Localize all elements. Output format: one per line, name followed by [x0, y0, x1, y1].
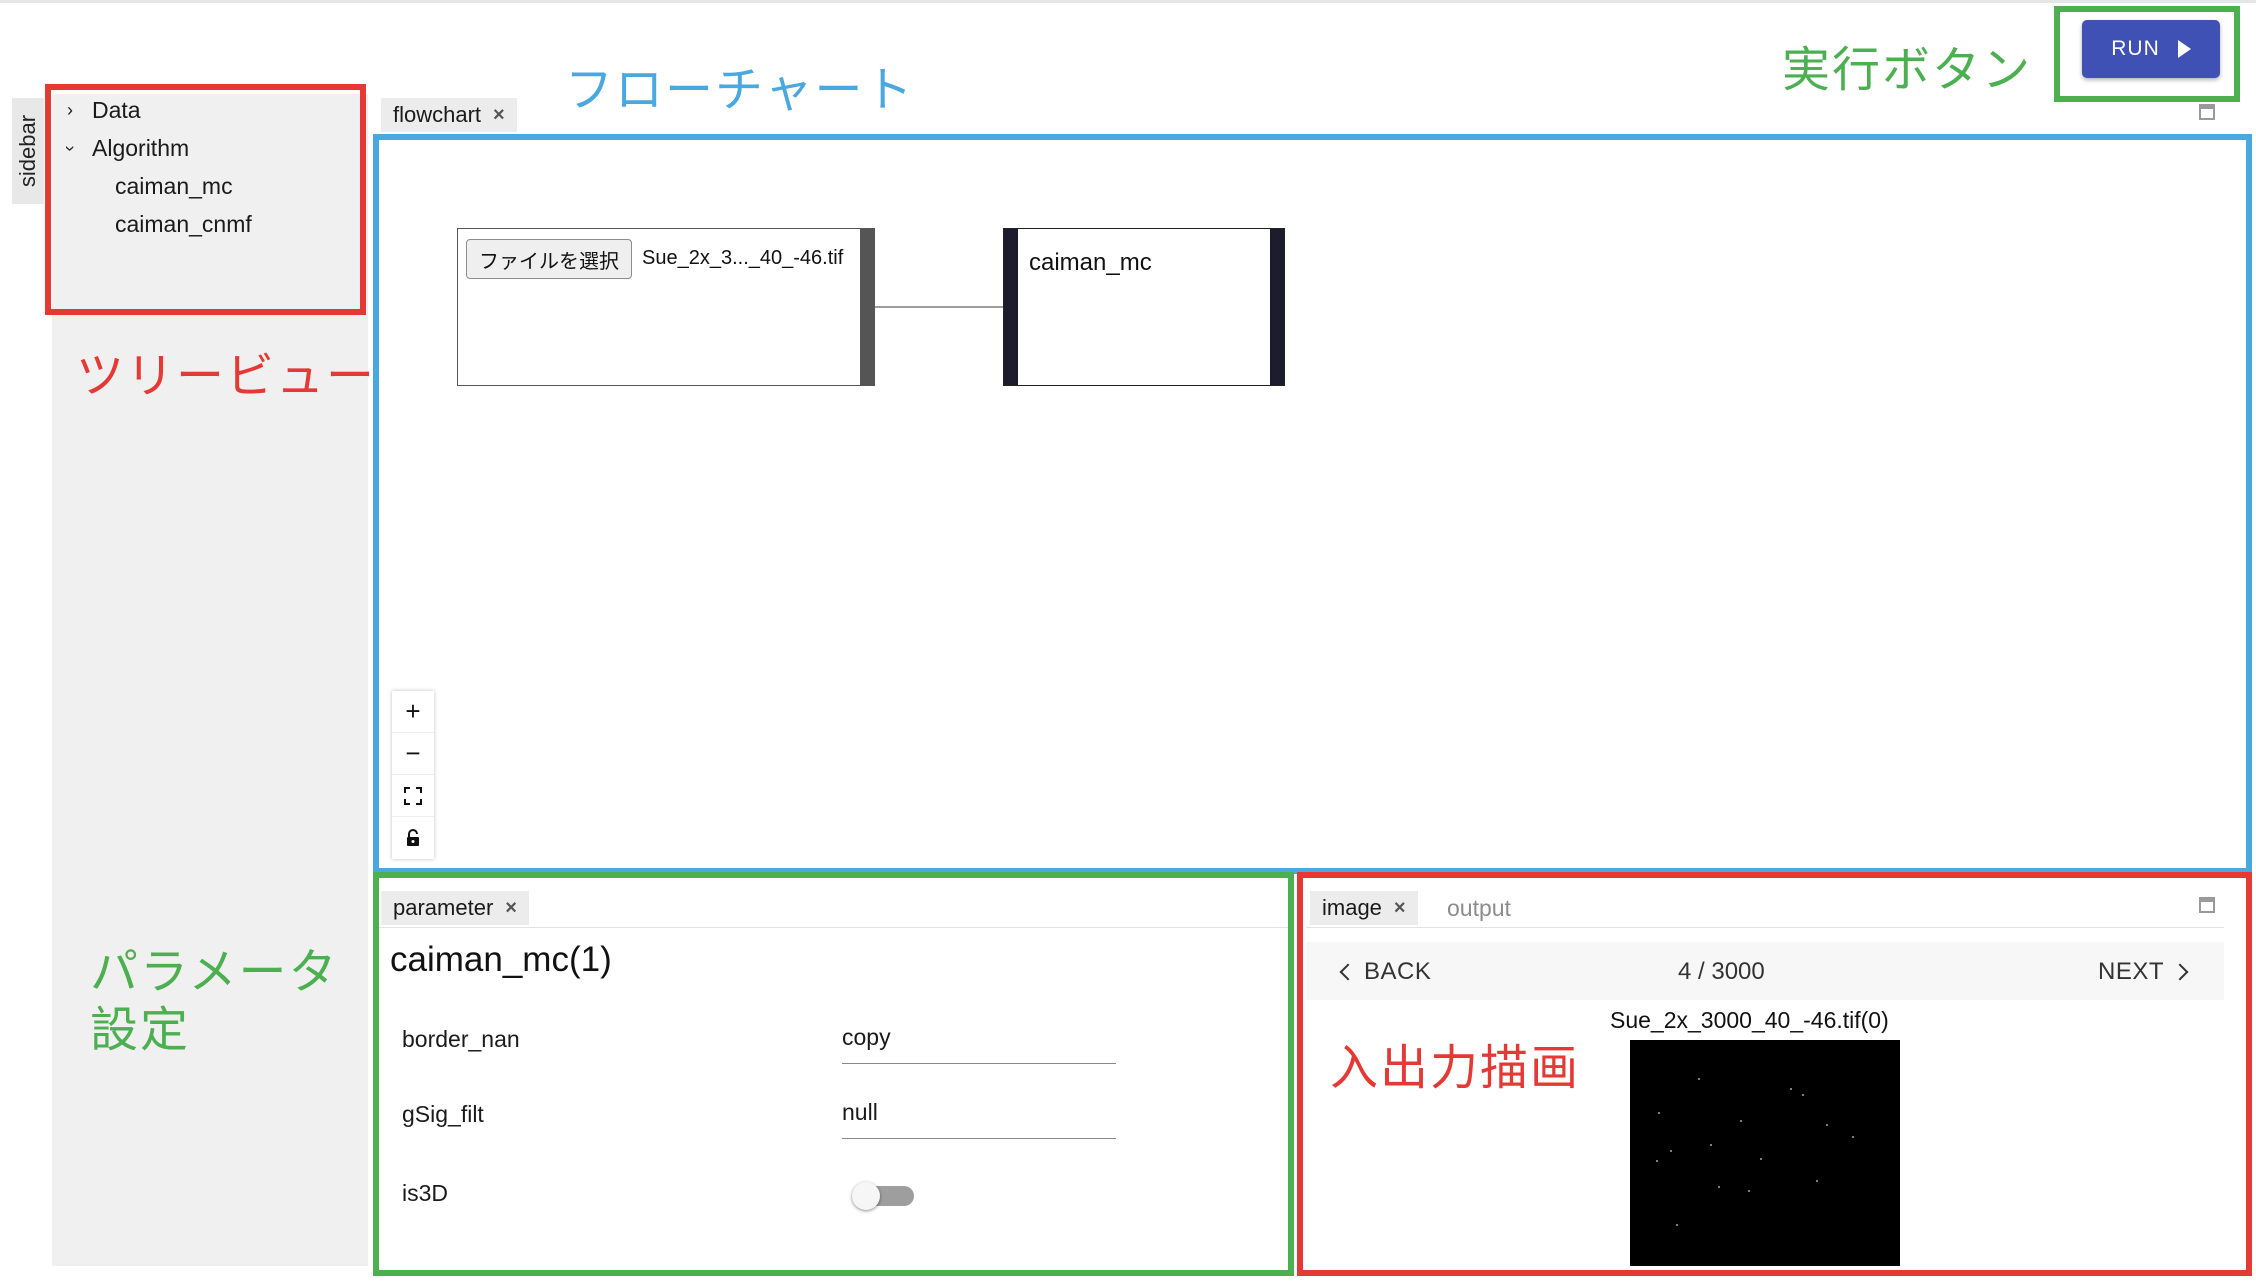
lock-button[interactable] [392, 817, 434, 859]
tab-flowchart[interactable]: flowchart × [381, 98, 517, 132]
close-icon[interactable]: × [505, 897, 517, 920]
flowchart-annotation-text: フローチャート [565, 64, 915, 117]
is3d-toggle[interactable] [852, 1180, 914, 1212]
file-select-button[interactable]: ファイルを選択 [466, 239, 632, 279]
tree-item-label: Algorithm [92, 134, 190, 161]
minus-icon: − [405, 738, 421, 768]
param-input-border-nan[interactable]: copy [842, 1024, 1116, 1064]
tab-label: flowchart [393, 102, 482, 127]
parameter-annotation-box [373, 872, 1294, 1276]
image-navigation: BACK 4 / 3000 NEXT [1306, 942, 2224, 1000]
image-pixel [1670, 1150, 1672, 1152]
image-pixel [1802, 1094, 1804, 1096]
chevron-left-icon [1339, 963, 1357, 981]
next-button[interactable]: NEXT [2098, 958, 2189, 986]
tab-parameter[interactable]: parameter × [381, 891, 529, 925]
image-pixel [1760, 1158, 1762, 1160]
image-pixel [1826, 1124, 1828, 1126]
image-pixel [1710, 1144, 1712, 1146]
image-pixel [1658, 1112, 1660, 1114]
fit-view-icon [404, 786, 422, 805]
image-title: Sue_2x_3000_40_-46.tif(0) [1610, 1007, 1889, 1033]
run-annotation-text: 実行ボタン [1782, 44, 2033, 97]
play-icon [2177, 40, 2191, 58]
input-node[interactable]: ファイルを選択 Sue_2x_3..._40_-46.tif [457, 228, 875, 386]
image-pixel [1656, 1160, 1658, 1162]
tab-image[interactable]: image × [1310, 891, 1418, 925]
tab-label: parameter [393, 895, 494, 920]
plus-icon: + [405, 696, 421, 726]
divider [1306, 927, 2224, 928]
next-label: NEXT [2098, 958, 2165, 985]
param-value: null [842, 1099, 878, 1125]
param-input-gsig-filt[interactable]: null [842, 1099, 1116, 1139]
image-pixel [1718, 1186, 1720, 1188]
zoom-out-button[interactable]: − [392, 733, 434, 775]
parameter-title: caiman_mc(1) [390, 940, 612, 979]
image-pixel [1698, 1078, 1700, 1080]
close-icon[interactable]: × [1394, 897, 1406, 920]
image-pixel [1816, 1180, 1818, 1182]
image-pixel [1852, 1136, 1854, 1138]
zoom-in-button[interactable]: + [392, 691, 434, 733]
treeview-annotation-box [45, 84, 366, 315]
param-label-border-nan: border_nan [402, 1026, 520, 1052]
output-handle[interactable] [860, 229, 874, 385]
param-label-gsig-filt: gSig_filt [402, 1101, 484, 1127]
image-pixel [1740, 1120, 1742, 1122]
fit-view-button[interactable] [392, 775, 434, 817]
treeview-annotation-text: ツリービュー [76, 350, 377, 403]
algorithm-node-label: caiman_mc [1029, 249, 1152, 276]
param-label-is3d: is3D [402, 1180, 449, 1206]
image-viewer[interactable] [1630, 1040, 1900, 1266]
chevron-right-icon [2171, 963, 2189, 981]
image-pixel [1676, 1224, 1678, 1226]
top-border [0, 0, 2256, 3]
tab-label: output [1447, 894, 1511, 921]
run-button-label: RUN [2111, 37, 2160, 60]
file-name: Sue_2x_3..._40_-46.tif [642, 247, 844, 269]
flow-edge[interactable] [875, 306, 1003, 308]
run-button[interactable]: RUN [2082, 20, 2220, 78]
maximize-icon[interactable] [2199, 897, 2215, 913]
image-pixel [1748, 1190, 1750, 1192]
flow-controls: + − [392, 691, 434, 859]
tab-output[interactable]: output [1447, 891, 1511, 925]
image-pixel [1790, 1088, 1792, 1090]
input-handle[interactable] [1004, 229, 1018, 385]
sidebar-tab[interactable]: sidebar [12, 98, 44, 204]
lock-icon [407, 829, 419, 846]
tab-label: image [1322, 895, 1382, 920]
toggle-thumb [852, 1182, 880, 1210]
io-annotation-text: 入出力描画 [1330, 1042, 1581, 1095]
output-handle[interactable] [1270, 229, 1284, 385]
param-value: copy [842, 1024, 891, 1050]
frame-counter: 4 / 3000 [1678, 958, 1765, 985]
divider [379, 927, 1288, 928]
maximize-icon[interactable] [2199, 104, 2215, 120]
back-button[interactable]: BACK [1339, 958, 1432, 986]
back-label: BACK [1364, 958, 1432, 985]
close-icon[interactable]: × [493, 104, 505, 127]
sidebar-tab-label: sidebar [15, 114, 40, 188]
algorithm-node[interactable]: caiman_mc [1003, 228, 1285, 386]
parameter-annotation-text-2: 設定 [90, 1004, 191, 1057]
